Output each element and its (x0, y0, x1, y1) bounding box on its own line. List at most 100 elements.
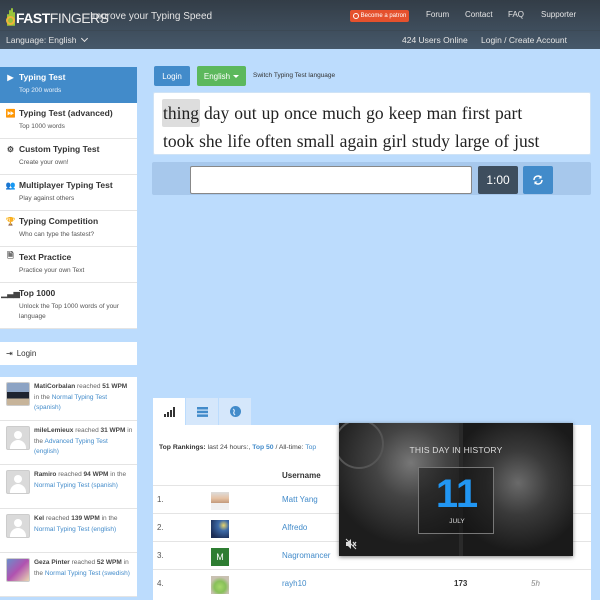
sidebar-item-typing-test-advanced[interactable]: ⏩ Typing Test (advanced) Top 1000 words (0, 103, 137, 139)
signal-icon: ▁▃▅ (1, 288, 20, 298)
top-50-link[interactable]: Top 50 (252, 444, 273, 451)
word: once (284, 103, 318, 123)
countdown-timer: 1:00 (478, 166, 518, 194)
word: thing (162, 99, 200, 127)
ranking-username-link[interactable]: rayh10 (282, 579, 306, 588)
activity-item: Kel reached 139 WPM in the Normal Typing… (0, 509, 137, 553)
video-month: JULY (449, 518, 465, 525)
globe-icon (229, 406, 241, 417)
tab-server-stats[interactable] (186, 398, 218, 425)
sidebar-item-title: Typing Competition (19, 216, 99, 226)
activity-username: MatiCorbalan (34, 383, 76, 390)
language-select-button[interactable]: English (197, 66, 246, 86)
nav-contact[interactable]: Contact (465, 10, 493, 19)
avatar[interactable] (211, 492, 229, 510)
word: part (494, 103, 523, 123)
word: much (322, 103, 362, 123)
restart-button[interactable] (523, 166, 553, 194)
login-create-account-link[interactable]: Login / Create Account (481, 35, 567, 45)
video-ad-player[interactable]: THIS DAY IN HISTORY 11 JULY (339, 423, 573, 556)
video-day: 11 (435, 472, 479, 516)
language-button-label: English (203, 71, 231, 81)
activity-item: Geza Pinter reached 52 WPM in the Normal… (0, 553, 137, 597)
rank-number: 1. (157, 495, 164, 504)
sidebar-item-competition[interactable]: 🏆 Typing Competition Who can type the fas… (0, 211, 137, 247)
ranking-username-link[interactable]: Matt Yang (282, 495, 318, 504)
nav-forum[interactable]: Forum (426, 10, 449, 19)
ranking-username-link[interactable]: Alfredo (282, 523, 307, 532)
word: go (366, 103, 384, 123)
activity-test-link[interactable]: Normal Typing Test (swedish) (45, 570, 130, 577)
refresh-icon (533, 175, 543, 185)
sidebar-item-sub: Top 200 words (19, 87, 62, 94)
sidebar-item-sub: Create your own! (19, 159, 69, 166)
file-icon: 🗎 (7, 251, 14, 260)
word: out (234, 103, 257, 123)
all-time-top-link[interactable]: Top (305, 444, 316, 451)
sidebar-login-button[interactable]: ⇥ Login (0, 342, 137, 365)
typing-input[interactable] (190, 166, 472, 194)
login-button[interactable]: Login (154, 66, 190, 86)
nav-supporter[interactable]: Supporter (541, 10, 576, 19)
avatar[interactable] (6, 382, 30, 406)
activity-username: mileLemieux (34, 427, 74, 434)
activity-test-link[interactable]: Normal Typing Test (english) (34, 526, 116, 533)
word: study (411, 131, 450, 151)
avatar[interactable] (211, 576, 229, 594)
language-dropdown[interactable]: Language: English (6, 34, 89, 45)
activity-test-link[interactable]: Normal Typing Test (spanish) (34, 482, 118, 489)
ranking-username-link[interactable]: Nagromancer (282, 551, 330, 560)
avatar[interactable] (6, 514, 30, 538)
nav-faq[interactable]: FAQ (508, 10, 524, 19)
avatar[interactable]: M (211, 548, 229, 566)
avatar[interactable] (211, 520, 229, 538)
users-online: 424 Users Online (402, 35, 468, 45)
table-row: 4. rayh10 173 5h (153, 569, 591, 597)
word-display: thing day out up once much go keep man first part … (153, 92, 591, 155)
sidebar-item-sub: Top 1000 words (19, 123, 65, 130)
video-title: THIS DAY IN HISTORY (409, 445, 503, 455)
word-line-1: thing day out up once much go keep man first part (162, 99, 582, 127)
activity-item: mileLemieux reached 31 WPM in the Advanc… (0, 421, 137, 465)
word: just (514, 131, 540, 151)
word: keep (388, 103, 422, 123)
word: up (261, 103, 280, 123)
sidebar-item-title: Top 1000 (19, 288, 56, 298)
mute-icon[interactable] (345, 538, 357, 550)
word: man (426, 103, 457, 123)
play-icon: ▶ (7, 72, 14, 82)
word: large (454, 131, 490, 151)
sidebar-item-title: Custom Typing Test (19, 144, 100, 154)
word: girl (382, 131, 407, 151)
header-top-row: FASTFINGERS Improve your Typing Speed Be… (0, 0, 600, 30)
switch-language-label: Switch Typing Test language (253, 72, 336, 79)
word: day (203, 103, 230, 123)
activity-username: Kel (34, 515, 45, 522)
signal-icon (163, 406, 175, 417)
caret-down-icon (233, 74, 240, 78)
rank-number: 4. (157, 579, 164, 588)
sidebar-item-custom-typing-test[interactable]: ⚙ Custom Typing Test Create your own! (0, 139, 137, 175)
activity-item: MatiCorbalan reached 51 WPM in the Norma… (0, 377, 137, 421)
avatar[interactable] (6, 558, 30, 582)
ranking-time: 5h (531, 579, 540, 588)
sidebar-item-title: Text Practice (19, 252, 72, 262)
sidebar-item-typing-test[interactable]: ▶ Typing Test Top 200 words (0, 67, 137, 103)
recent-activity-feed: MatiCorbalan reached 51 WPM in the Norma… (0, 377, 137, 597)
become-patron-button[interactable]: Become a patron (350, 10, 409, 22)
avatar[interactable] (6, 470, 30, 494)
word-line-2: took she life often small again girl study large… (162, 127, 582, 155)
sidebar-menu: ▶ Typing Test Top 200 words ⏩ Typing Test … (0, 67, 137, 329)
sidebar-item-multiplayer[interactable]: 👥 Multiplayer Typing Test Play against ot… (0, 175, 137, 211)
rankings-tabs (153, 398, 251, 425)
tab-world[interactable] (219, 398, 251, 425)
activity-test-link[interactable]: Advanced Typing Test (english) (34, 438, 108, 456)
avatar[interactable] (6, 426, 30, 450)
word: small (296, 131, 335, 151)
tab-rankings[interactable] (153, 398, 185, 425)
sidebar-item-top-1000[interactable]: ▁▃▅ Top 1000 Unlock the Top 1000 words of… (0, 283, 137, 329)
sidebar-item-text-practice[interactable]: 🗎 Text Practice Practice your own Text (0, 247, 137, 283)
patron-label: Become a patron (360, 13, 407, 19)
rankings-header: Top Rankings: last 24 hours:, Top 50 / A… (159, 444, 317, 451)
server-icon (196, 406, 208, 417)
